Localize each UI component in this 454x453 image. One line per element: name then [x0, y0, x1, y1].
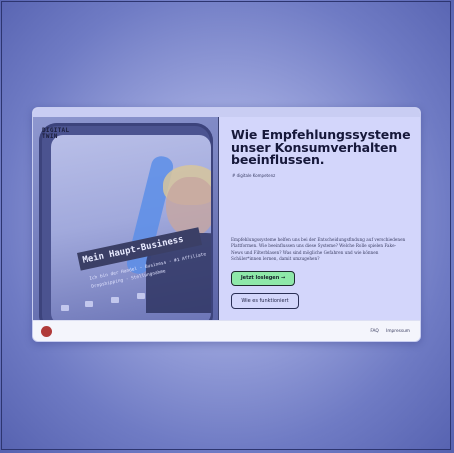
- home-icon: [61, 305, 69, 311]
- footer: FAQ Impressum: [33, 320, 420, 341]
- hero-description: Empfehlungssysteme helfen uns bei der En…: [231, 237, 406, 262]
- hero-content: Wie Empfehlungssysteme unser Konsumverha…: [219, 117, 420, 320]
- digital-twin-logo[interactable]: DIGITAL TWIN: [42, 128, 69, 140]
- search-icon: [85, 301, 93, 307]
- person-face: [166, 177, 211, 237]
- phone-nav-bar: [59, 293, 169, 313]
- get-started-button[interactable]: Jetzt loslegen →: [231, 271, 295, 286]
- hero-image-panel: DIGITAL TWIN Mein Haupt-Business Ich bin…: [33, 117, 218, 320]
- footer-link-impressum[interactable]: Impressum: [386, 329, 410, 334]
- footer-links: FAQ Impressum: [364, 329, 410, 334]
- logo-line2: TWIN: [42, 133, 58, 140]
- hero-tag: # digitale Kompetenz: [232, 173, 276, 178]
- add-icon: [111, 297, 119, 303]
- phone-mockup: [39, 123, 213, 320]
- partner-logo-icon[interactable]: [41, 326, 52, 337]
- footer-link-faq[interactable]: FAQ: [370, 329, 378, 334]
- website-card: DIGITAL TWIN Mein Haupt-Business Ich bin…: [32, 107, 421, 342]
- how-it-works-button[interactable]: Wie es funktioniert: [231, 293, 299, 309]
- inbox-icon: [137, 293, 145, 299]
- hero-title: Wie Empfehlungssysteme unser Konsumverha…: [231, 127, 411, 167]
